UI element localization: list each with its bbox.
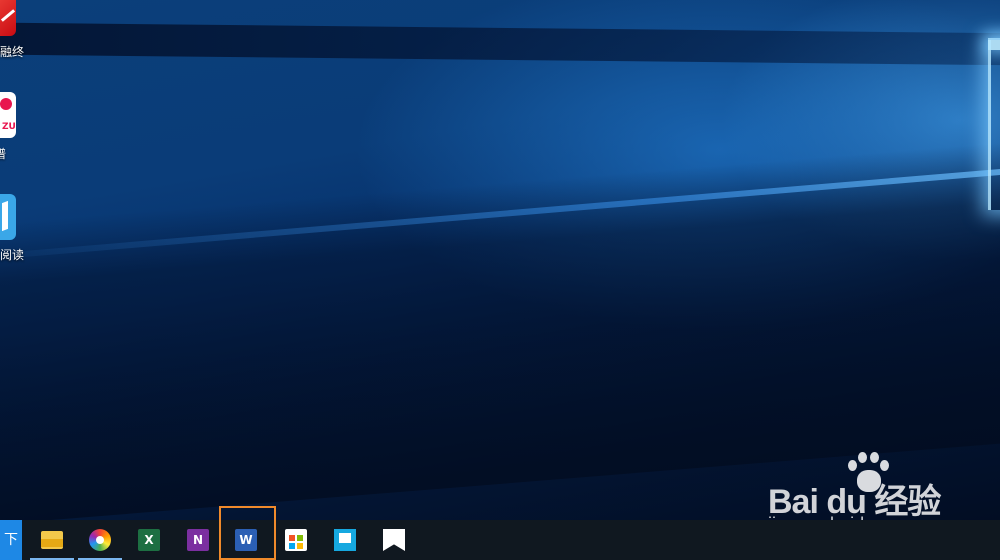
desktop-icon-finance-terminal[interactable]: 金融终 [0,0,60,70]
onenote-icon: N [187,529,209,551]
word-highlight-box [219,506,276,560]
taskbar-app-bookmark[interactable] [370,520,418,560]
start-button[interactable]: 下 [0,520,22,560]
color-wheel-icon [89,529,111,551]
taskbar-app-file-explorer[interactable] [28,520,76,560]
desktop-icon-label: 金融终 [0,45,25,59]
desktop-background: 金融终 ZU 谱 开阅读 [0,0,1000,520]
windows-logo-frame [988,40,1000,210]
music-app-icon: ZU [0,92,16,138]
desktop-icon-reader-app[interactable]: 开阅读 [0,194,60,274]
desktop-icon-music-app[interactable]: ZU 谱 [0,92,60,172]
taskbar-app-news[interactable] [321,520,369,560]
taskbar-app-store[interactable] [272,520,320,560]
news-icon [334,529,356,551]
desktop-icon-label: 开阅读 [0,248,25,262]
taskbar-app-color[interactable] [76,520,124,560]
taskbar: 下 X N W [0,520,1000,560]
light-beam [0,22,1000,67]
store-icon [285,529,307,551]
taskbar-app-excel[interactable]: X [125,520,173,560]
desktop-icon-label: 谱 [0,147,7,161]
finance-terminal-icon [0,0,16,36]
reader-app-icon [0,194,16,240]
folder-icon [41,531,63,549]
taskbar-app-onenote[interactable]: N [174,520,222,560]
excel-icon: X [138,529,160,551]
bookmark-icon [383,529,405,551]
